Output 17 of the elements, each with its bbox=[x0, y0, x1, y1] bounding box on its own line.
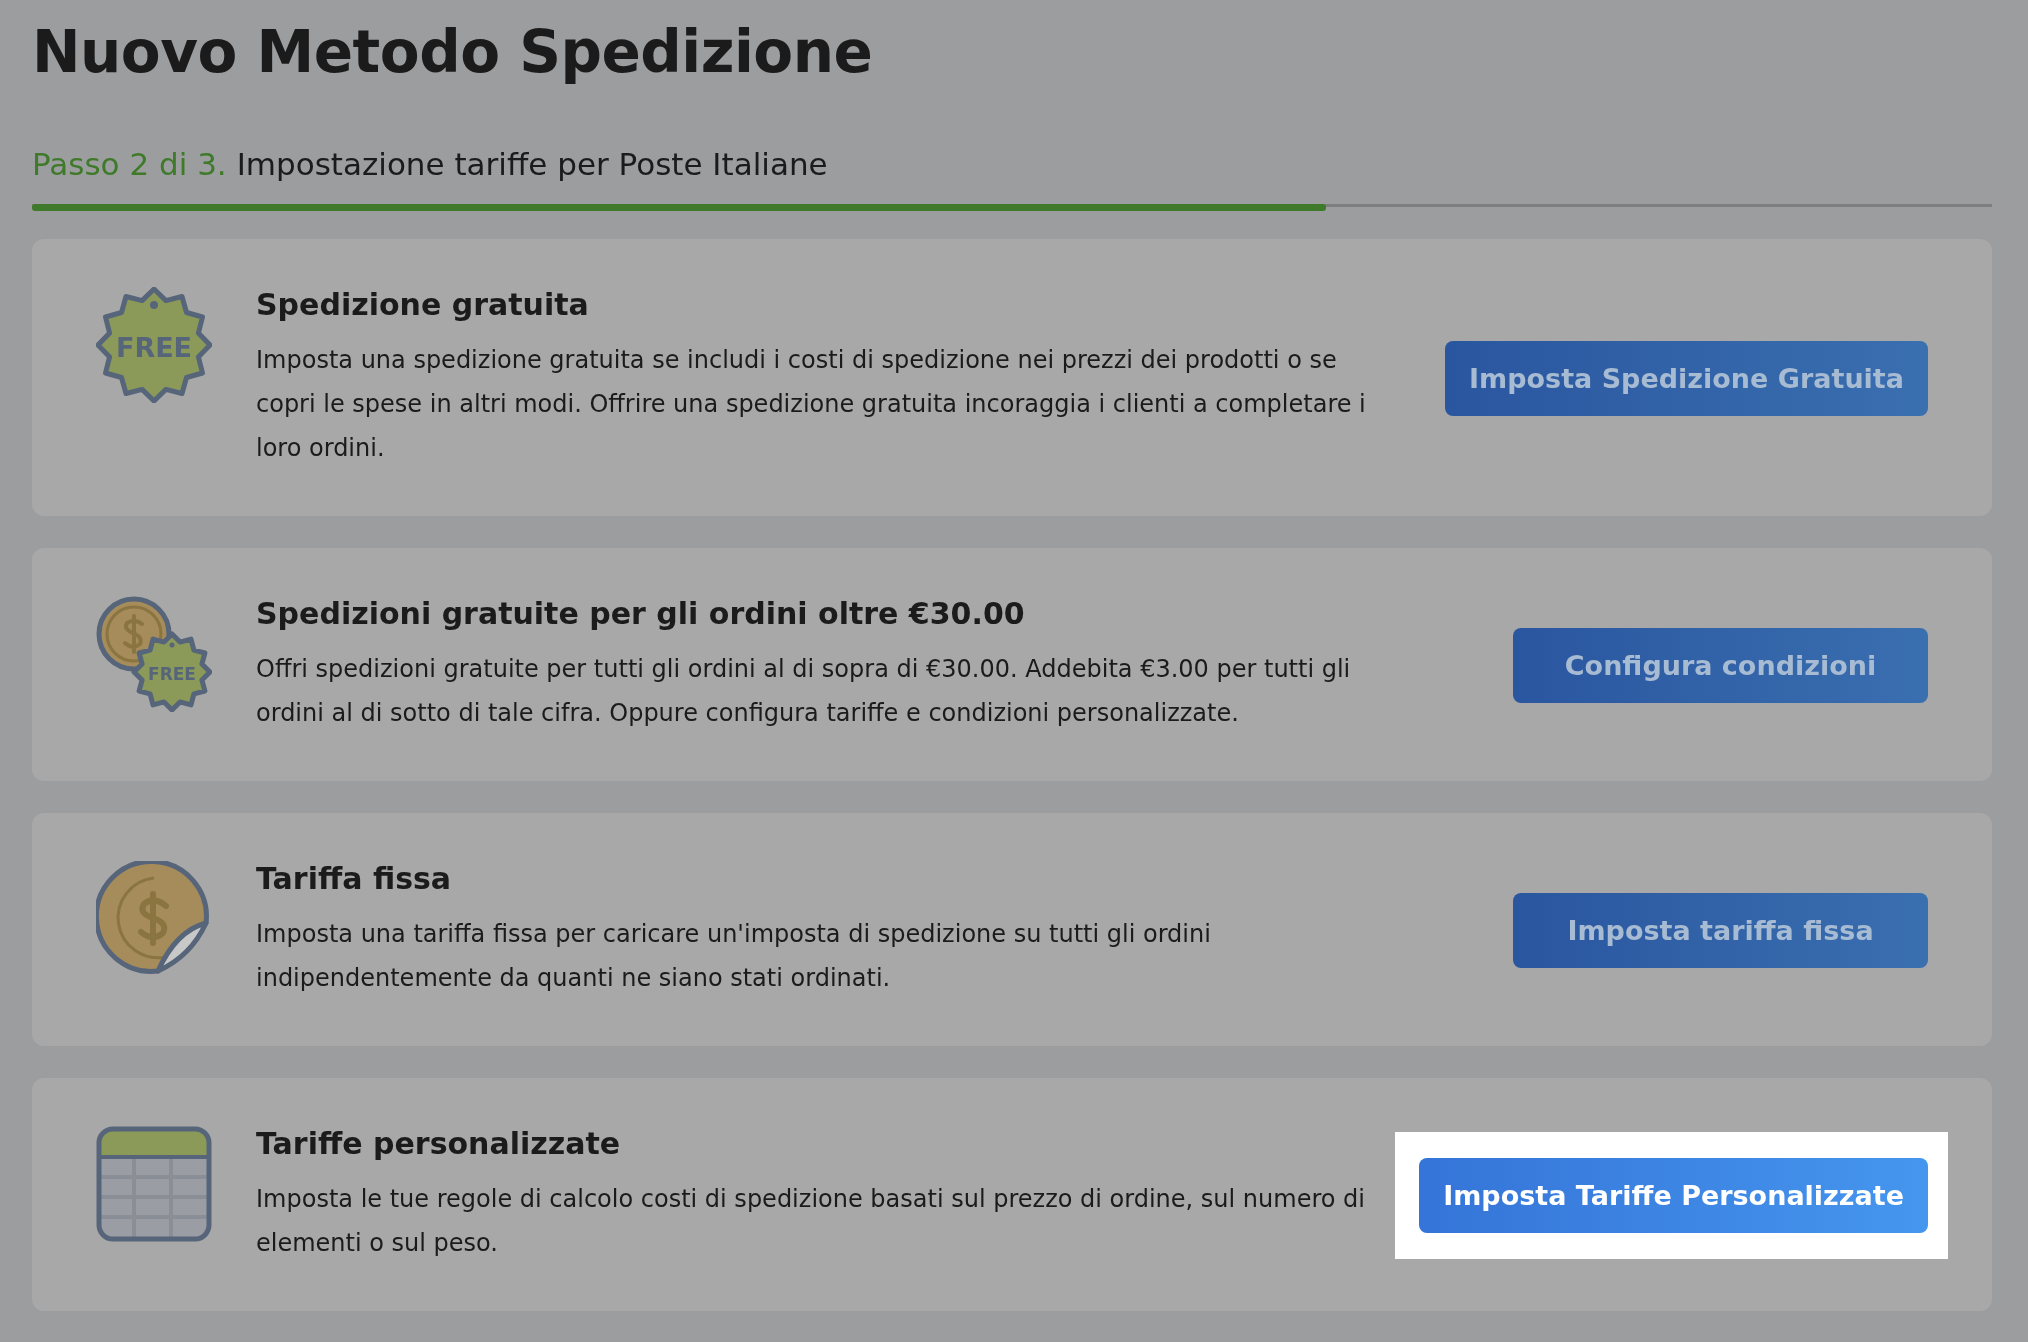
option-heading: Spedizioni gratuite per gli ordini oltre €30.00 bbox=[256, 596, 1026, 631]
option-heading: Spedizione gratuita bbox=[256, 287, 590, 322]
option-heading: Tariffa fissa bbox=[256, 861, 453, 896]
option-button[interactable]: Imposta Spedizione Gratuita bbox=[1445, 341, 1928, 416]
option-description: Imposta una spedizione gratuita se includi i costi di spedizione nei prezzi dei prodotti o se copri le spese in altri modi. Offrire una spedizione gratuita incoraggia i clienti a completare i loro ordini. bbox=[256, 345, 1367, 464]
option-description: Imposta una tariffa fissa per caricare un'imposta di spedizione su tutti gli ordini indipendentemente da quanti ne siano stati ordinati. bbox=[256, 919, 1212, 994]
option-description: Imposta le tue regole di calcolo costi di spedizione basati sul prezzo di ordine, sul numero di elementi o sul peso. bbox=[256, 1184, 1366, 1259]
page-title: Nuovo Metodo Spedizione bbox=[32, 18, 874, 86]
option-button[interactable]: Imposta Tariffe Personalizzate bbox=[1419, 1158, 1928, 1233]
coin-sticker-icon bbox=[96, 861, 212, 977]
option-description: Offri spedizioni gratuite per tutti gli ordini al di sopra di €30.00. Addebita €3.00 per tutti gli ordini al di sotto di tale cifra. Oppure configura tariffe e condizioni personalizzate. bbox=[256, 654, 1352, 729]
table-icon bbox=[96, 1126, 212, 1242]
option-button[interactable]: Configura condizioni bbox=[1513, 628, 1928, 703]
option-button[interactable]: Imposta tariffa fissa bbox=[1513, 893, 1928, 968]
option-heading: Tariffe personalizzate bbox=[256, 1126, 622, 1161]
step-counter: Passo 2 di 3. bbox=[32, 146, 227, 182]
step-label: Impostazione tariffe per Poste Italiane bbox=[236, 146, 828, 182]
